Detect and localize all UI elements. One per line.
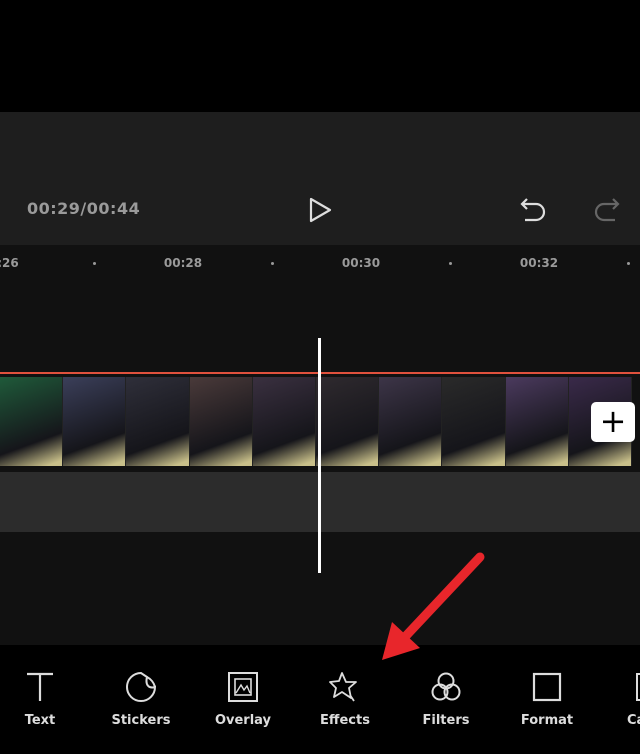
tool-label: Overlay [214, 713, 272, 728]
clip-thumbnail [189, 377, 253, 466]
ruler-tick: :26 [0, 256, 19, 270]
ruler-dot [271, 262, 274, 265]
undo-button[interactable] [518, 196, 550, 228]
ruler-dot [449, 262, 452, 265]
playhead[interactable] [318, 338, 321, 573]
ruler-tick: 00:30 [341, 256, 381, 270]
tool-canvas[interactable]: Ca [605, 671, 640, 728]
add-clip-button[interactable]: + [591, 402, 635, 442]
clip-thumbnail [126, 377, 190, 466]
tool-overlay[interactable]: Overlay [198, 671, 288, 728]
play-button[interactable] [306, 196, 334, 228]
clip-thumbnail [0, 377, 64, 466]
tool-format[interactable]: Format [502, 671, 592, 728]
time-readout: 00:29/00:44 [27, 199, 141, 218]
clip-thumbnail [316, 377, 380, 466]
redo-button[interactable] [590, 196, 622, 228]
play-icon [309, 197, 332, 223]
tool-label: Effects [320, 713, 370, 728]
clip-thumbnail [379, 377, 443, 466]
text-icon [27, 672, 53, 701]
tool-filters[interactable]: Filters [401, 671, 491, 728]
tool-label: Text [24, 713, 56, 728]
ruler-dot [627, 262, 630, 265]
effects-star-icon [329, 672, 357, 702]
tool-effects[interactable]: Effects [300, 671, 390, 728]
ruler-tick: 00:28 [163, 256, 203, 270]
tool-label: Format [520, 713, 574, 728]
top-blank [0, 0, 640, 112]
bottom-toolbar: Text Stickers Overlay Effects Filters Fo… [0, 645, 640, 754]
clip-thumbnail [63, 377, 127, 466]
filters-icon [431, 672, 461, 701]
redo-icon [594, 198, 620, 222]
canvas-icon [636, 673, 640, 701]
time-ruler[interactable]: :26 00:28 00:30 00:32 [0, 245, 640, 285]
ruler-tick: 00:32 [519, 256, 559, 270]
undo-icon [520, 198, 546, 222]
clip-thumbnail [442, 377, 506, 466]
overlay-icon [228, 672, 258, 702]
player-controls: 00:29/00:44 [0, 112, 640, 245]
tool-label: Stickers [111, 713, 171, 728]
tool-stickers[interactable]: Stickers [96, 671, 186, 728]
tool-text[interactable]: Text [0, 671, 85, 728]
clip-thumbnail [505, 377, 569, 466]
clip-thumbnail [252, 377, 317, 466]
sticker-icon [126, 671, 157, 702]
tool-label: Filters [422, 713, 470, 728]
ruler-dot [93, 262, 96, 265]
video-clip-strip[interactable] [0, 377, 633, 466]
timeline: + [0, 285, 640, 645]
tool-label: Ca [627, 713, 640, 728]
format-square-icon [532, 672, 562, 702]
